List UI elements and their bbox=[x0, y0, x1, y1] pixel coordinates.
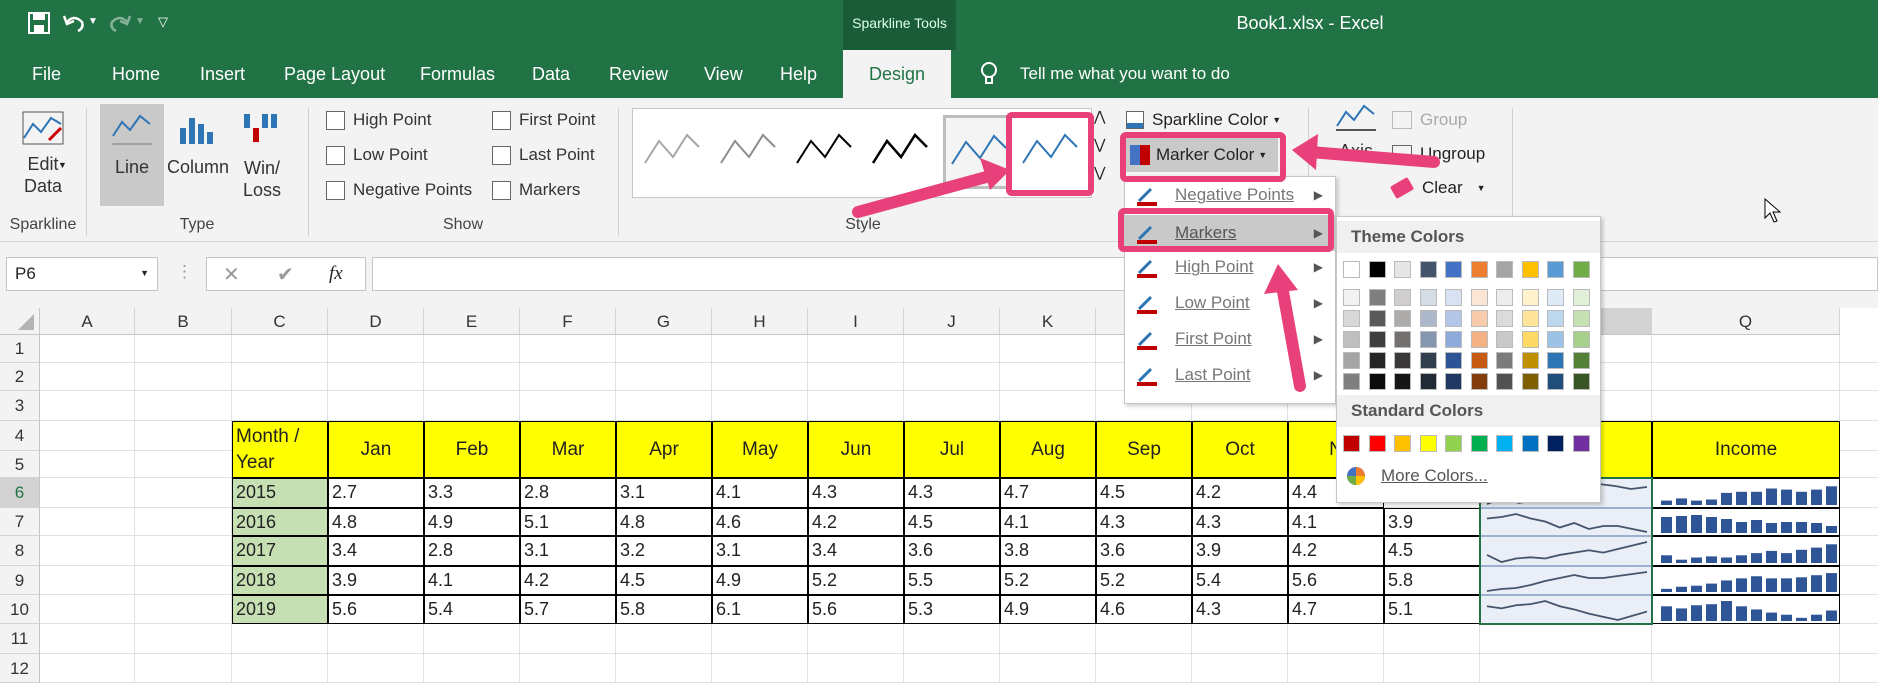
arrow-to-markers-head bbox=[1264, 264, 1298, 294]
annotation-arrows bbox=[852, 134, 1440, 392]
arrow-to-marker-color bbox=[1304, 146, 1440, 168]
arrow-to-style bbox=[852, 170, 996, 218]
arrow-to-markers bbox=[1276, 280, 1306, 392]
arrow-to-marker-color-head bbox=[1292, 134, 1318, 170]
